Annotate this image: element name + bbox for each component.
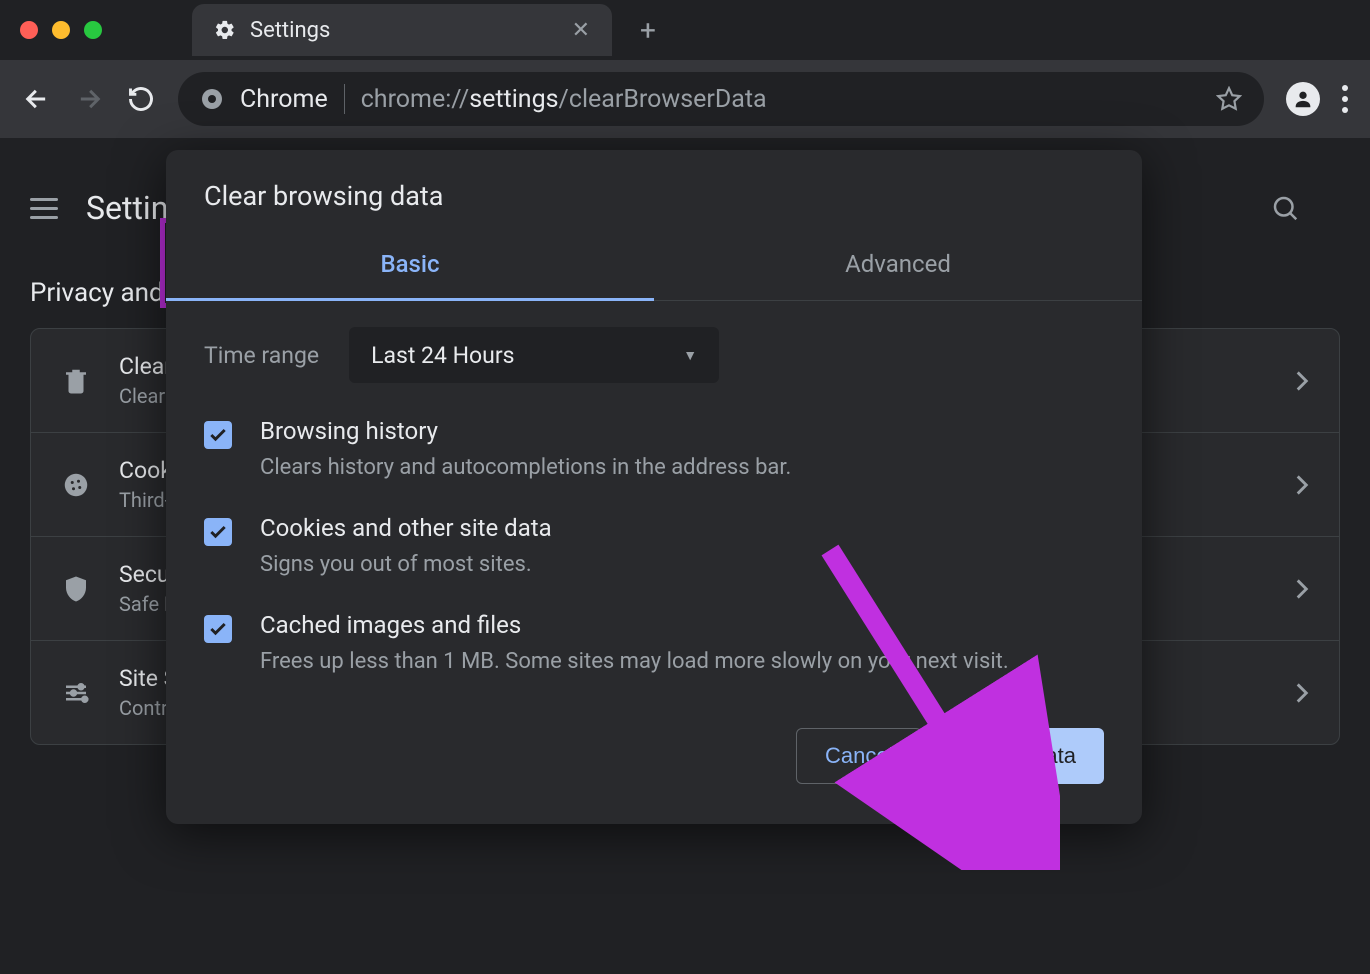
search-icon[interactable] bbox=[1270, 193, 1300, 223]
clear-browsing-data-dialog: Clear browsing data Basic Advanced Time … bbox=[166, 150, 1142, 824]
url-prefix: Chrome bbox=[240, 85, 328, 114]
time-range-value: Last 24 Hours bbox=[371, 342, 514, 369]
menu-icon[interactable] bbox=[30, 198, 58, 219]
dialog-actions: Cancel Clear data bbox=[166, 718, 1142, 784]
back-button[interactable] bbox=[22, 84, 52, 114]
checkbox[interactable] bbox=[204, 518, 232, 546]
close-icon[interactable]: ✕ bbox=[572, 18, 590, 43]
option-title: Cookies and other site data bbox=[260, 514, 552, 542]
window-maximize-button[interactable] bbox=[84, 21, 102, 39]
chevron-right-icon bbox=[1295, 371, 1309, 391]
forward-button[interactable] bbox=[74, 84, 104, 114]
window-minimize-button[interactable] bbox=[52, 21, 70, 39]
time-range-row: Time range Last 24 Hours ▼ bbox=[204, 327, 1104, 383]
profile-button[interactable] bbox=[1286, 82, 1320, 116]
chevron-right-icon bbox=[1295, 683, 1309, 703]
dialog-tabs: Basic Advanced bbox=[166, 228, 1142, 301]
cookie-icon bbox=[61, 470, 91, 500]
chrome-icon bbox=[200, 87, 224, 111]
option-browsing-history[interactable]: Browsing history Clears history and auto… bbox=[204, 417, 1104, 484]
option-subtitle: Clears history and autocompletions in th… bbox=[260, 451, 791, 484]
tab-advanced[interactable]: Advanced bbox=[654, 228, 1142, 300]
time-range-select[interactable]: Last 24 Hours ▼ bbox=[349, 327, 719, 383]
dialog-title: Clear browsing data bbox=[166, 150, 1142, 228]
time-range-label: Time range bbox=[204, 342, 319, 369]
checkbox[interactable] bbox=[204, 421, 232, 449]
cancel-button[interactable]: Cancel bbox=[796, 728, 922, 784]
option-title: Browsing history bbox=[260, 417, 791, 445]
option-cookies[interactable]: Cookies and other site data Signs you ou… bbox=[204, 514, 1104, 581]
tab-basic[interactable]: Basic bbox=[166, 228, 654, 300]
window-titlebar: Settings ✕ + bbox=[0, 0, 1370, 60]
address-bar[interactable]: Chrome chrome://settings/clearBrowserDat… bbox=[178, 72, 1264, 126]
checkbox[interactable] bbox=[204, 615, 232, 643]
chevron-right-icon bbox=[1295, 579, 1309, 599]
browser-toolbar: Chrome chrome://settings/clearBrowserDat… bbox=[0, 60, 1370, 138]
option-cache[interactable]: Cached images and files Frees up less th… bbox=[204, 611, 1104, 678]
new-tab-button[interactable]: + bbox=[640, 14, 656, 47]
separator bbox=[344, 84, 345, 114]
clear-data-button[interactable]: Clear data bbox=[946, 728, 1104, 784]
window-close-button[interactable] bbox=[20, 21, 38, 39]
option-title: Cached images and files bbox=[260, 611, 1009, 639]
sliders-icon bbox=[61, 678, 91, 708]
bookmark-star-icon[interactable] bbox=[1216, 86, 1242, 112]
browser-tab[interactable]: Settings ✕ bbox=[192, 4, 612, 56]
chevron-right-icon bbox=[1295, 475, 1309, 495]
reload-button[interactable] bbox=[126, 84, 156, 114]
traffic-lights bbox=[20, 21, 102, 39]
tab-title: Settings bbox=[250, 18, 558, 43]
url-text: chrome://settings/clearBrowserData bbox=[361, 85, 767, 114]
option-subtitle: Signs you out of most sites. bbox=[260, 548, 552, 581]
trash-icon bbox=[61, 366, 91, 396]
kebab-menu-icon[interactable] bbox=[1342, 85, 1348, 113]
gear-icon bbox=[214, 19, 236, 41]
dialog-body: Time range Last 24 Hours ▼ Browsing hist… bbox=[166, 301, 1142, 718]
option-subtitle: Frees up less than 1 MB. Some sites may … bbox=[260, 645, 1009, 678]
chevron-down-icon: ▼ bbox=[683, 347, 697, 364]
shield-icon bbox=[61, 574, 91, 604]
